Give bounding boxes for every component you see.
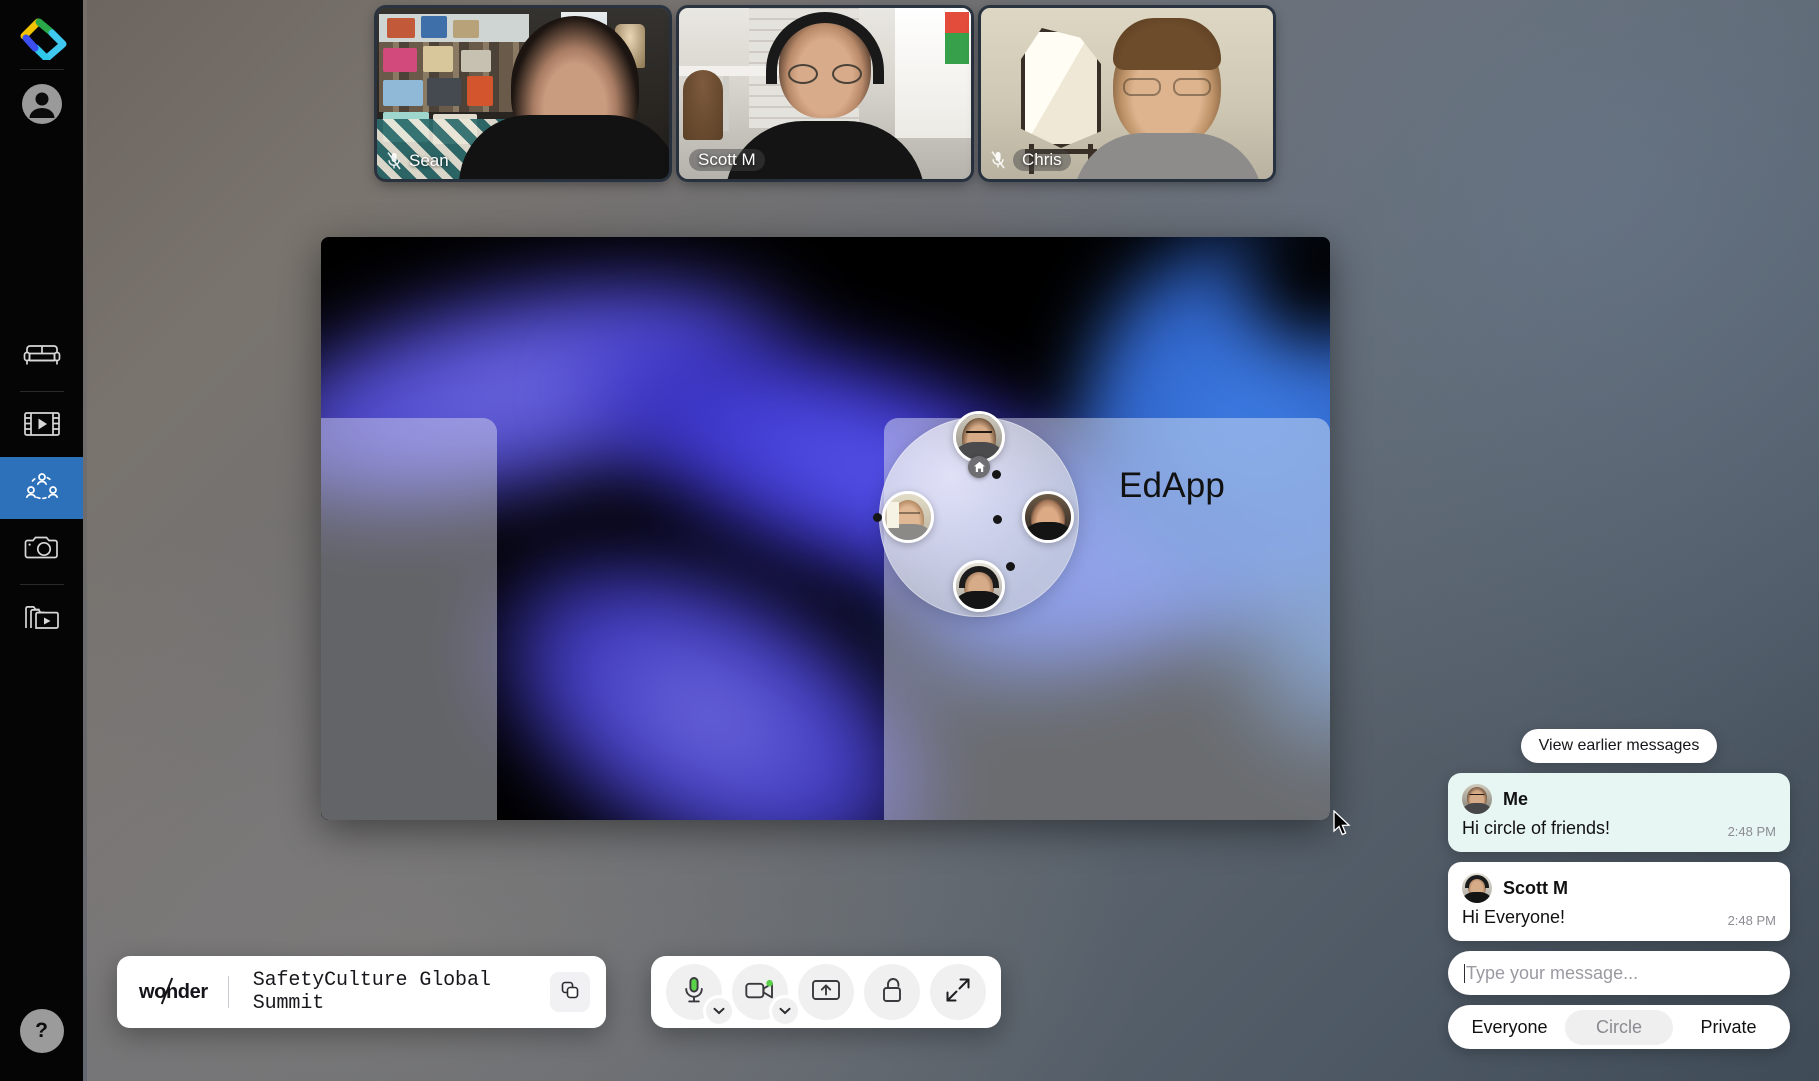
camera-icon — [23, 533, 61, 568]
avatar — [1462, 784, 1492, 814]
avatar — [1462, 873, 1492, 903]
circle-seat-dot[interactable] — [993, 515, 1002, 524]
circle-widget[interactable] — [873, 411, 1079, 617]
mic-muted-icon — [991, 151, 1005, 169]
audience-option-everyone[interactable]: Everyone — [1454, 1010, 1565, 1045]
divider — [227, 976, 229, 1008]
meeting-name: SafetyCulture Global Summit — [252, 969, 491, 1015]
folder-video-icon — [23, 602, 61, 637]
meeting-info-bar: wonder SafetyCulture Global Summit — [117, 956, 606, 1028]
chat-message[interactable]: Scott M Hi Everyone! 2:48 PM — [1448, 862, 1790, 941]
message-text: Hi Everyone! — [1462, 907, 1566, 927]
shared-app-title: EdApp — [1119, 466, 1226, 505]
circle-avatar-right[interactable] — [1022, 491, 1074, 543]
fullscreen-button[interactable] — [930, 964, 986, 1020]
participant-name: Chris — [1013, 149, 1071, 171]
message-time: 2:48 PM — [1727, 824, 1776, 839]
tile-nameplate: Sean — [387, 151, 449, 171]
video-tile-scott-m[interactable]: Scott M — [679, 8, 971, 179]
unlock-icon — [880, 976, 904, 1009]
text-caret — [1464, 963, 1465, 983]
message-author: Scott M — [1503, 877, 1568, 898]
sofa-icon — [23, 340, 61, 375]
participant-video-strip: Sean Scott M Chris — [377, 8, 1273, 179]
circle-seat-dot[interactable] — [1006, 562, 1015, 571]
tile-nameplate: Scott M — [689, 149, 765, 171]
film-strip-icon — [23, 409, 61, 444]
frosted-panel-left — [321, 418, 497, 820]
message-author: Me — [1503, 788, 1529, 809]
sidebar-item-snapshot[interactable] — [0, 519, 83, 581]
lock-room-button[interactable] — [864, 964, 920, 1020]
avatar-face — [956, 563, 1002, 609]
mic-muted-icon — [387, 152, 401, 170]
chat-audience-selector: Everyone Circle Private — [1448, 1005, 1790, 1049]
sidebar-item-circles[interactable] — [0, 457, 83, 519]
avatar-face — [1025, 494, 1071, 540]
circle-avatar-left[interactable] — [882, 491, 934, 543]
left-sidebar: ? — [0, 0, 83, 1081]
copy-link-button[interactable] — [550, 972, 590, 1012]
microphone-options-caret[interactable] — [706, 998, 732, 1024]
circle-avatar-bottom[interactable] — [953, 560, 1005, 612]
message-input[interactable]: Type your message... — [1448, 951, 1790, 995]
wonder-wordmark: wonder — [139, 977, 208, 1004]
participant-name: Sean — [409, 151, 449, 170]
people-circle-icon — [23, 470, 61, 507]
chat-message-own[interactable]: Me Hi circle of friends! 2:48 PM — [1448, 773, 1790, 852]
copy-link-icon — [560, 980, 580, 1005]
circle-seat-dot[interactable] — [992, 470, 1001, 479]
expand-arrows-icon — [945, 977, 971, 1008]
audience-option-circle[interactable]: Circle — [1565, 1009, 1673, 1045]
avatar-face — [885, 494, 931, 540]
mouse-cursor — [1333, 809, 1353, 843]
camera-button[interactable] — [732, 964, 798, 1024]
avatar-face — [956, 414, 1002, 460]
share-screen-button[interactable] — [798, 964, 854, 1020]
sidebar-edge-highlight — [83, 0, 87, 1081]
sidebar-divider — [19, 69, 64, 70]
media-controls-bar — [651, 956, 1001, 1028]
view-earlier-messages-button[interactable]: View earlier messages — [1520, 729, 1718, 763]
help-button[interactable]: ? — [19, 1009, 64, 1053]
message-text: Hi circle of friends! — [1462, 818, 1611, 838]
message-input-placeholder: Type your message... — [1466, 962, 1639, 983]
circle-seat-dot[interactable] — [873, 513, 882, 522]
video-camera-icon — [745, 979, 775, 1006]
microphone-icon — [682, 976, 706, 1009]
sidebar-item-media[interactable] — [0, 395, 83, 457]
sidebar-divider — [19, 584, 64, 585]
chat-panel: View earlier messages Me Hi circle of fr… — [1448, 729, 1790, 1049]
microphone-button[interactable] — [666, 964, 732, 1024]
home-icon[interactable] — [968, 456, 990, 478]
app-window: ? Sean Scott M Chris EdApp wonder Safety… — [0, 0, 1819, 1081]
participant-name: Scott M — [689, 149, 765, 171]
screen-share-icon — [811, 978, 841, 1007]
wonder-logo-icon[interactable] — [14, 10, 70, 66]
video-tile-chris[interactable]: Chris — [981, 8, 1273, 179]
camera-options-caret[interactable] — [772, 998, 798, 1024]
sidebar-nav — [0, 326, 83, 650]
audience-option-private[interactable]: Private — [1673, 1010, 1784, 1045]
sidebar-item-lounge[interactable] — [0, 326, 83, 388]
message-time: 2:48 PM — [1727, 913, 1776, 928]
shared-screen-canvas[interactable]: EdApp — [321, 237, 1330, 820]
video-tile-sean[interactable]: Sean — [377, 8, 669, 179]
sidebar-divider — [19, 391, 64, 392]
user-avatar-icon[interactable] — [20, 82, 64, 126]
tile-nameplate: Chris — [991, 149, 1071, 171]
sidebar-item-library[interactable] — [0, 588, 83, 650]
